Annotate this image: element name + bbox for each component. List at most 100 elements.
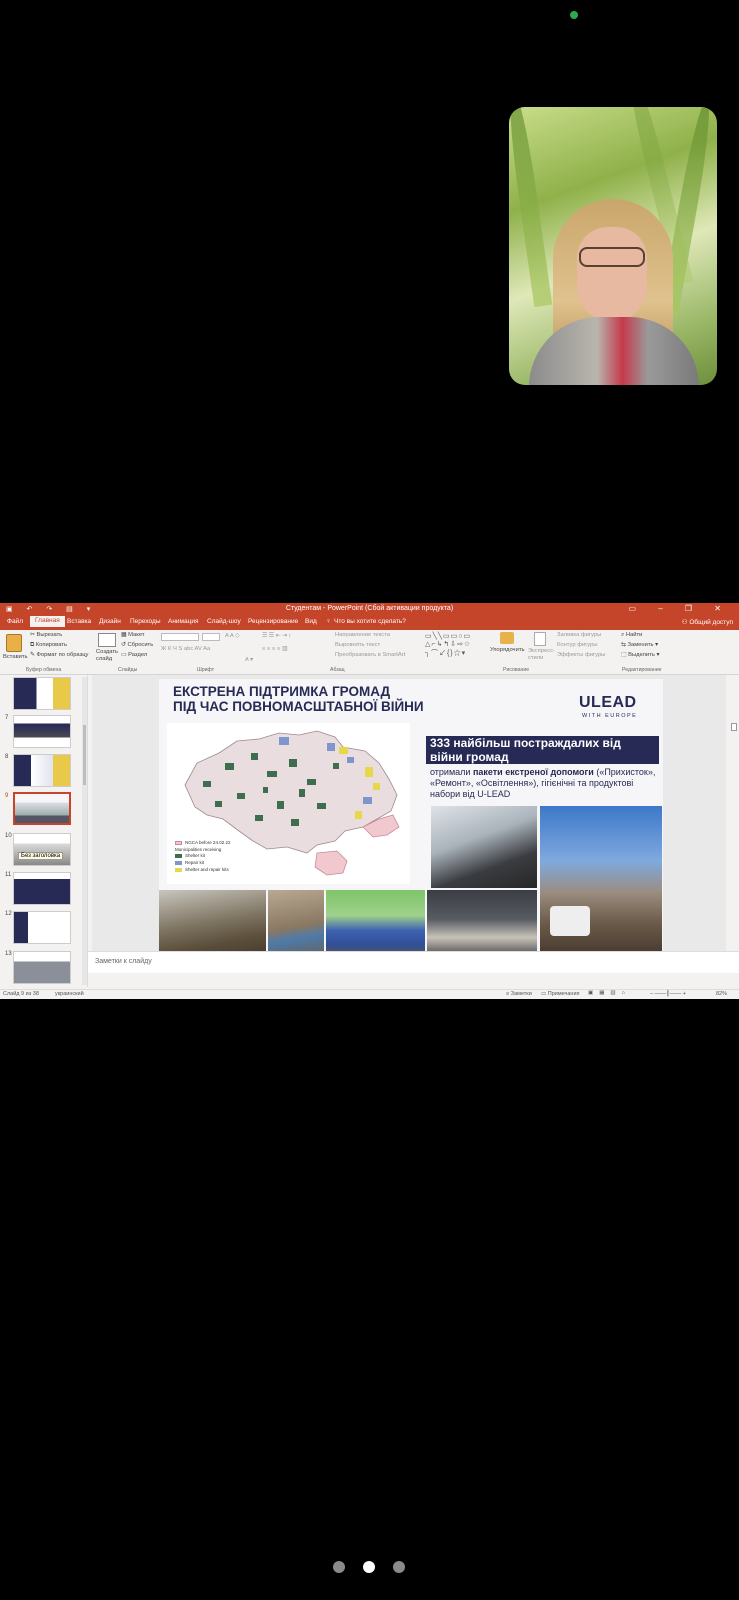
copy-label: Копировать	[35, 642, 67, 648]
smartart-button[interactable]: Преобразовать в SmartArt	[335, 652, 405, 658]
window-controls[interactable]: ▭ – ❐ ✕	[628, 604, 731, 613]
tab-view[interactable]: Вид	[305, 618, 317, 625]
tab-slideshow[interactable]: Слайд-шоу	[207, 618, 241, 625]
vertical-scroll-thumb[interactable]	[731, 723, 737, 731]
notes-placeholder: Заметки к слайду	[95, 958, 152, 965]
legend-both-label: Shelter and repair kits	[185, 867, 229, 872]
slide-thumbnail-8[interactable]	[13, 754, 71, 787]
zoom-level[interactable]: 82%	[716, 991, 727, 997]
clipboard-icon	[6, 634, 22, 652]
slide-title-line2: ПІД ЧАС ПОВНОМАСШТАБНОЇ ВІЙНИ	[173, 699, 424, 714]
notes-toggle-label: Заметки	[510, 991, 532, 997]
slide-thumbnail-11[interactable]	[13, 872, 71, 905]
find-label: Найти	[625, 632, 643, 638]
ulead-logo-subtitle: WITH EUROPE	[582, 713, 638, 719]
notes-pane[interactable]: Заметки к слайду	[88, 951, 739, 973]
section-label: Раздел	[128, 652, 148, 658]
legend-ngca-label: NGCA before 24.02.22	[185, 840, 231, 845]
tab-review[interactable]: Рецензирование	[248, 618, 298, 625]
align-text-button[interactable]: Выровнять текст	[335, 642, 380, 648]
page-dot-3[interactable]	[393, 1561, 405, 1573]
tab-file[interactable]: Файл	[7, 618, 23, 625]
arrange-button[interactable]: Упорядочить	[490, 647, 525, 653]
tab-insert[interactable]: Вставка	[67, 618, 91, 625]
thumbnail-tooltip: Без заголовка	[18, 852, 64, 860]
share-label: Общий доступ	[689, 619, 733, 626]
layout-button[interactable]: ▦ Макет	[121, 632, 145, 638]
paste-button[interactable]: Вставить	[3, 654, 28, 660]
new-slide-button[interactable]: Создать слайд	[96, 649, 120, 663]
font-style-buttons[interactable]: Ж К Ч S abc AV Aa	[161, 646, 210, 652]
align-buttons[interactable]: ≡ ≡ ≡ ≡ ▥	[262, 646, 287, 652]
thumb-number: 13	[5, 951, 12, 957]
new-slide-icon	[98, 633, 116, 647]
shape-outline-button[interactable]: Контур фигуры	[557, 642, 598, 648]
desc-bold: пакети екстреної допомоги	[472, 767, 594, 777]
reset-button[interactable]: ↺ Сбросить	[121, 642, 153, 648]
thumb-number: 11	[5, 872, 12, 878]
participant-video[interactable]	[509, 107, 717, 385]
shape-fill-button[interactable]: Заливка фигуры	[557, 632, 601, 638]
comments-toggle[interactable]: ▭ Примечания	[541, 991, 580, 997]
camera-indicator	[570, 11, 578, 19]
replace-button[interactable]: ⇆ Заменить ▾	[621, 642, 658, 648]
font-group-label: Шрифт	[197, 667, 215, 673]
share-button[interactable]: ⚇ Общий доступ	[682, 618, 733, 626]
current-slide[interactable]: ЕКСТРЕНА ПІДТРИМКА ГРОМАД ПІД ЧАС ПОВНОМ…	[159, 679, 663, 963]
legend-repair-label: Repair kit	[185, 860, 205, 865]
reset-label: Сбросить	[127, 642, 154, 648]
zoom-slider[interactable]: – ───┃─── +	[650, 991, 686, 997]
slide-counter: Слайд 9 из 38	[3, 991, 39, 997]
page-dot-2[interactable]	[363, 1561, 375, 1573]
lightbulb-icon: ♀	[326, 618, 331, 625]
legend-ngca: NGCA before 24.02.22	[175, 840, 231, 845]
tab-animation[interactable]: Анимация	[168, 618, 199, 625]
tab-home[interactable]: Главная	[30, 616, 65, 627]
legend-swatch	[175, 860, 182, 865]
slide-thumbnail-10[interactable]: Без заголовка	[13, 833, 71, 866]
thumbnails-scroll-thumb[interactable]	[83, 725, 86, 785]
quick-styles-button[interactable]: Экспресс-стили	[528, 648, 555, 662]
select-label: Выделить	[628, 652, 655, 658]
slide-thumbnail-9[interactable]	[13, 792, 71, 825]
shapes-gallery[interactable]: ▭╲╲▭▭○▭ △⌐↳↰⇩⇨☆ ┐⌒↙{}☆▾	[425, 632, 471, 658]
font-size-buttons[interactable]: A A ◇	[225, 633, 239, 639]
format-painter-button[interactable]: ✎ Формат по образцу	[30, 652, 88, 658]
status-bar: Слайд 9 из 38 украинский ≡ Заметки ▭ При…	[0, 989, 739, 999]
font-color-button[interactable]: A ▾	[245, 657, 253, 663]
text-direction-button[interactable]: Направление текста	[335, 632, 390, 638]
section-button[interactable]: ▭ Раздел	[121, 652, 147, 658]
tab-transitions[interactable]: Переходы	[130, 618, 161, 625]
cut-button[interactable]: ✂ Вырезать	[30, 632, 62, 638]
photo-damaged-house-bobcat	[540, 806, 662, 963]
font-size-field[interactable]	[202, 633, 220, 641]
slide-thumbnail-6[interactable]	[13, 677, 71, 710]
font-name-field[interactable]	[161, 633, 199, 641]
participant-face	[577, 227, 647, 322]
find-button[interactable]: ⌕ Найти	[621, 632, 642, 639]
slide-thumbnail-12[interactable]	[13, 911, 71, 944]
legend-swatch	[175, 867, 182, 872]
arrange-icon	[500, 632, 514, 644]
desc-part1: отримали	[430, 767, 473, 777]
slide-thumbnail-13[interactable]	[13, 951, 71, 984]
layout-label: Макет	[128, 632, 145, 638]
tab-design[interactable]: Дизайн	[99, 618, 121, 625]
thumbnails-scrollbar[interactable]	[82, 677, 87, 985]
menu-bar: Файл Главная Вставка Дизайн Переходы Ани…	[0, 616, 739, 630]
slide-thumbnail-7[interactable]	[13, 715, 71, 748]
tell-me-search[interactable]: Что вы хотите сделать?	[334, 618, 406, 625]
photo-generator-delivery	[431, 806, 537, 888]
powerpoint-window: ▣ ↶ ↷ ▤ ▾ Студентам - PowerPoint (Сбой а…	[0, 603, 739, 999]
ribbon: Вставить ✂ Вырезать ⧉ Копировать ✎ Форма…	[0, 630, 739, 675]
slide-thumbnails-panel: 7 8 9 10 Без заголовка 11 12 13	[0, 675, 88, 987]
select-button[interactable]: ⬚ Выделить ▾	[621, 652, 659, 658]
legend-swatch	[175, 840, 182, 845]
list-buttons[interactable]: ☰ ☰ ⇤ ⇥ ↕	[262, 633, 291, 639]
copy-button[interactable]: ⧉ Копировать	[30, 642, 67, 649]
view-buttons[interactable]: ▣▦▥⌂	[588, 990, 631, 996]
notes-toggle[interactable]: ≡ Заметки	[506, 991, 532, 997]
page-dot-1[interactable]	[333, 1561, 345, 1573]
language-indicator[interactable]: украинский	[55, 991, 84, 997]
shape-effects-button[interactable]: Эффекты фигуры	[557, 652, 605, 658]
